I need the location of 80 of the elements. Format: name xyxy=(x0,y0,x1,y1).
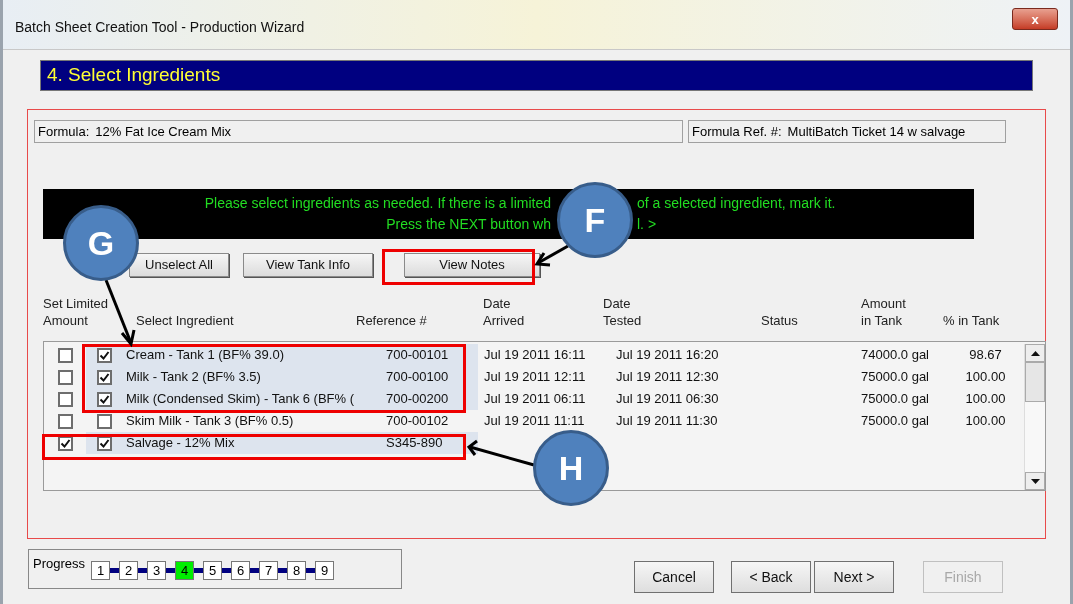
checkbox[interactable] xyxy=(57,347,73,363)
reference-number: 700-00102 xyxy=(386,412,449,431)
percent-in-tank: 100.00 xyxy=(965,391,1006,407)
checkbox[interactable] xyxy=(96,347,112,363)
checkbox[interactable] xyxy=(96,391,112,407)
column-header: Reference # xyxy=(356,312,428,329)
progress-step: 4 xyxy=(175,561,195,580)
checkbox[interactable] xyxy=(96,369,112,385)
nav-button[interactable]: Next > xyxy=(814,561,894,593)
formula-field: Formula: 12% Fat Ice Cream Mix xyxy=(34,120,683,143)
arrow xyxy=(534,244,569,267)
step-connector xyxy=(222,568,232,573)
callout-marker: F xyxy=(557,182,633,258)
progress-step: 9 xyxy=(315,561,335,580)
percent-in-tank: 100.00 xyxy=(965,413,1006,429)
progress-step: 5 xyxy=(203,561,223,580)
formula-ref-field: Formula Ref. #: MultiBatch Ticket 14 w salvage xyxy=(688,120,1006,143)
window-title: Batch Sheet Creation Tool - Production Wizard xyxy=(15,18,305,37)
step-connector xyxy=(166,568,176,573)
column-header: Select Ingredient xyxy=(136,312,235,329)
arrow xyxy=(466,439,535,467)
reference-number: 700-00200 xyxy=(386,390,449,409)
ingredient-name: Milk (Condensed Skim) - Tank 6 (BF% ( xyxy=(126,390,355,409)
progress-step: 1 xyxy=(91,561,111,580)
progress-step: 3 xyxy=(147,561,167,580)
instruction-text: Please select ingredients as needed. If there is a limited xyxy=(204,194,551,213)
reference-number: 700-00100 xyxy=(386,368,449,387)
column-header: Date Arrived xyxy=(483,295,526,329)
step-connector xyxy=(110,568,120,573)
date-tested: Jul 19 2011 11:30 xyxy=(616,413,718,429)
ingredient-name: Skim Milk - Tank 3 (BF% 0.5) xyxy=(126,412,294,431)
scrollbar[interactable] xyxy=(1024,344,1045,490)
column-header: Amount in Tank xyxy=(861,295,907,329)
instruction-text: l. > xyxy=(637,215,657,234)
column-header: Date Tested xyxy=(603,295,643,329)
step-connector xyxy=(278,568,288,573)
date-arrived: Jul 19 2011 16:11 xyxy=(484,347,586,363)
instruction-text: of a selected ingredient, mark it. xyxy=(637,194,836,213)
instruction-text: Press the NEXT button wh xyxy=(386,215,551,234)
amount-in-tank: 74000.0 gal xyxy=(861,347,929,363)
progress-step: 2 xyxy=(119,561,139,580)
step-connector xyxy=(194,568,204,573)
nav-button[interactable]: < Back xyxy=(731,561,811,593)
reference-number: 700-00101 xyxy=(386,346,449,365)
percent-in-tank: 100.00 xyxy=(965,369,1006,385)
button[interactable]: View Notes xyxy=(404,253,540,277)
progress-step: 8 xyxy=(287,561,307,580)
reference-number: S345-890 xyxy=(386,434,443,453)
amount-in-tank: 75000.0 gal xyxy=(861,369,929,385)
progress-step: 7 xyxy=(259,561,279,580)
ingredient-name: Salvage - 12% Mix xyxy=(126,434,235,453)
button[interactable]: Unselect All xyxy=(129,253,229,277)
percent-in-tank: 98.67 xyxy=(969,347,1002,363)
ingredient-name: Milk - Tank 2 (BF% 3.5) xyxy=(126,368,261,387)
step-connector xyxy=(250,568,260,573)
column-header: Status xyxy=(761,312,799,329)
date-tested: Jul 19 2011 16:20 xyxy=(616,347,719,363)
checkbox[interactable] xyxy=(57,413,73,429)
column-header: Set Limited Amount xyxy=(43,295,110,329)
ingredient-name: Cream - Tank 1 (BF% 39.0) xyxy=(126,346,284,365)
amount-in-tank: 75000.0 gal xyxy=(861,391,929,407)
date-arrived: Jul 19 2011 06:11 xyxy=(484,391,586,407)
date-tested: Jul 19 2011 06:30 xyxy=(616,391,719,407)
checkbox[interactable] xyxy=(96,413,112,429)
amount-in-tank: 75000.0 gal xyxy=(861,413,929,429)
column-header: % in Tank xyxy=(943,312,1001,329)
step-title: 4. Select Ingredients xyxy=(47,63,221,88)
progress-step: 6 xyxy=(231,561,251,580)
checkbox[interactable] xyxy=(57,391,73,407)
button[interactable]: View Tank Info xyxy=(243,253,373,277)
step-connector xyxy=(138,568,148,573)
scroll-up-icon[interactable] xyxy=(1030,350,1040,356)
nav-button[interactable]: Cancel xyxy=(634,561,714,593)
progress-label: Progress xyxy=(33,555,86,573)
scroll-down-icon[interactable] xyxy=(1030,478,1040,484)
date-arrived: Jul 19 2011 12:11 xyxy=(484,369,586,385)
date-tested: Jul 19 2011 12:30 xyxy=(616,369,719,385)
step-connector xyxy=(306,568,316,573)
date-arrived: Jul 19 2011 11:11 xyxy=(484,413,585,429)
checkbox[interactable] xyxy=(57,369,73,385)
